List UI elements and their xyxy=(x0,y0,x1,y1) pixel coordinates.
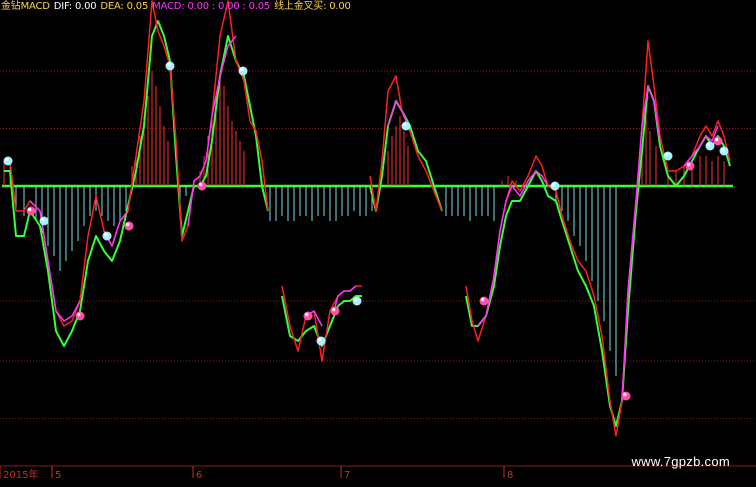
buy-marker-1 xyxy=(26,206,36,216)
sell-marker-6 xyxy=(165,61,175,71)
marker-dot xyxy=(238,66,248,76)
marker-highlight xyxy=(665,152,669,157)
marker-dot xyxy=(316,336,326,346)
x-axis: 2015年 5 6 7 8 xyxy=(0,466,513,481)
marker-dot xyxy=(102,231,112,241)
marker-highlight xyxy=(354,297,358,302)
buy-marker-7 xyxy=(197,181,207,191)
buy-marker-18 xyxy=(685,161,695,171)
marker-dot xyxy=(352,296,362,306)
marker-highlight xyxy=(199,182,203,187)
sell-marker-17 xyxy=(663,151,673,161)
marker-highlight xyxy=(77,312,81,317)
x-tick-label-3: 7 xyxy=(344,470,350,481)
marker-highlight xyxy=(707,142,711,147)
dif-line-segment-2 xyxy=(369,75,443,212)
marker-highlight xyxy=(104,232,108,237)
x-tick-label-2: 6 xyxy=(196,470,202,481)
x-tick-label-0: 2015年 xyxy=(3,468,38,481)
sell-marker-2 xyxy=(39,216,49,226)
marker-highlight xyxy=(481,297,485,302)
marker-dot xyxy=(713,136,723,146)
marker-highlight xyxy=(318,337,322,342)
marker-dot xyxy=(39,216,49,226)
legend-cross: 线上金叉买: 0.00 xyxy=(274,1,351,12)
sell-marker-8 xyxy=(238,66,248,76)
sell-marker-12 xyxy=(352,296,362,306)
marker-highlight xyxy=(305,312,309,317)
indicator-legend: 金钻MACD DIF: 0.00 DEA: 0.05 MACD: 0.00 : 0.0… xyxy=(1,1,355,13)
sell-marker-15 xyxy=(550,181,560,191)
buy-marker-20 xyxy=(713,136,723,146)
marker-dot xyxy=(197,181,207,191)
sell-marker-4 xyxy=(102,231,112,241)
marker-highlight xyxy=(332,307,336,312)
legend-dif: DIF: 0.00 xyxy=(53,1,97,12)
marker-dot xyxy=(303,311,313,321)
macd-chart: 2015年 5 6 7 8 xyxy=(0,0,756,481)
marker-highlight xyxy=(687,162,691,167)
dea-line-segment-2 xyxy=(369,100,443,212)
marker-dot xyxy=(621,391,631,401)
marker-highlight xyxy=(126,222,130,227)
marker-dot xyxy=(124,221,134,231)
marker-highlight xyxy=(623,392,627,397)
marker-dot xyxy=(719,146,729,156)
histogram-bars xyxy=(3,71,725,376)
buy-marker-5 xyxy=(124,221,134,231)
buy-marker-16 xyxy=(621,391,631,401)
marker-dot xyxy=(75,311,85,321)
legend-dea: DEA: 0.05 xyxy=(100,1,149,12)
marker-dot xyxy=(26,206,36,216)
marker-highlight xyxy=(41,217,45,222)
indicator-lines xyxy=(4,0,731,437)
sell-marker-0 xyxy=(3,156,13,166)
marker-dot xyxy=(330,306,340,316)
sell-marker-19 xyxy=(705,141,715,151)
marker-highlight xyxy=(240,67,244,72)
marker-highlight xyxy=(403,122,407,127)
marker-dot xyxy=(401,121,411,131)
marker-dot xyxy=(479,296,489,306)
buy-marker-11 xyxy=(330,306,340,316)
marker-dot xyxy=(550,181,560,191)
marker-dot xyxy=(3,156,13,166)
marker-highlight xyxy=(28,207,32,212)
macd-line-segment-7 xyxy=(621,85,661,402)
buy-marker-9 xyxy=(303,311,313,321)
marker-highlight xyxy=(167,62,171,67)
marker-highlight xyxy=(721,147,725,152)
dif-line-segment-1 xyxy=(281,285,362,362)
cross-markers xyxy=(3,61,729,401)
x-tick-label-1: 5 xyxy=(55,470,61,481)
marker-highlight xyxy=(552,182,556,187)
buy-marker-3 xyxy=(75,311,85,321)
watermark: www.7gpzb.com xyxy=(631,454,730,469)
legend-macd: MACD: 0.00 : 0.00 : 0.05 xyxy=(152,1,271,12)
marker-dot xyxy=(663,151,673,161)
marker-dot xyxy=(685,161,695,171)
grid-lines xyxy=(0,70,756,467)
legend-name: 金钻MACD xyxy=(1,1,50,12)
marker-dot xyxy=(705,141,715,151)
marker-dot xyxy=(165,61,175,71)
marker-highlight xyxy=(715,137,719,142)
marker-highlight xyxy=(5,157,9,162)
x-tick-label-4: 8 xyxy=(507,470,513,481)
sell-marker-13 xyxy=(401,121,411,131)
buy-marker-14 xyxy=(479,296,489,306)
sell-marker-10 xyxy=(316,336,326,346)
sell-marker-21 xyxy=(719,146,729,156)
